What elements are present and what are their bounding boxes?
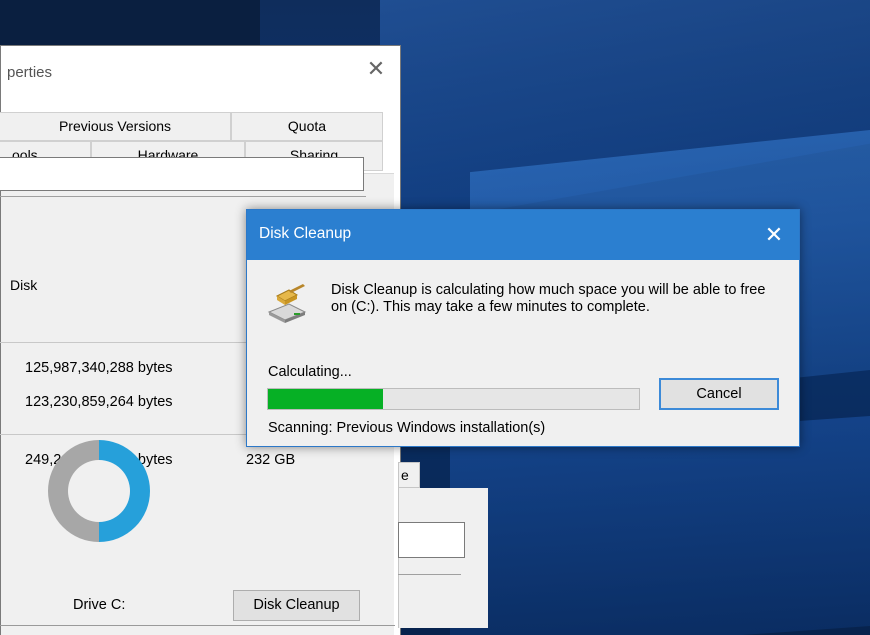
divider: [0, 196, 366, 197]
used-space-bytes: 125,987,340,288 bytes: [25, 360, 173, 376]
input-fragment[interactable]: [398, 522, 465, 558]
tab-quota[interactable]: Quota: [231, 112, 383, 141]
close-icon[interactable]: ✕: [361, 54, 391, 84]
disk-usage-donut-chart: [48, 440, 150, 542]
dialog-titlebar[interactable]: Disk Cleanup ✕: [247, 210, 799, 260]
properties-window-title: perties: [7, 64, 53, 81]
drive-name-input[interactable]: [0, 157, 364, 191]
cancel-button[interactable]: Cancel: [659, 378, 779, 410]
divider: [398, 574, 461, 575]
dialog-title: Disk Cleanup: [259, 225, 352, 242]
properties-panel-fragment: [398, 488, 488, 628]
disk-cleanup-broom-icon: [267, 282, 307, 324]
progress-bar: [267, 388, 640, 410]
divider: [0, 625, 395, 626]
free-space-bytes: 123,230,859,264 bytes: [25, 394, 173, 410]
disk-cleanup-dialog: Disk Cleanup ✕ Disk Cleanup is calculati…: [246, 209, 800, 447]
scanning-status: Scanning: Previous Windows installation(…: [268, 420, 546, 436]
tab-previous-versions[interactable]: Previous Versions: [0, 112, 231, 141]
wallpaper-beam: [450, 414, 870, 635]
dialog-message: Disk Cleanup is calculating how much spa…: [331, 282, 766, 315]
disk-cleanup-button[interactable]: Disk Cleanup: [233, 590, 360, 621]
tab-partial[interactable]: e: [398, 462, 420, 488]
capacity-gb: 232 GB: [246, 452, 296, 468]
status-text: Calculating...: [268, 364, 352, 380]
drive-type-label: Disk: [10, 277, 38, 293]
close-icon[interactable]: ✕: [757, 218, 791, 252]
drive-label: Drive C:: [73, 597, 126, 613]
divider: [0, 434, 275, 435]
progress-bar-fill: [268, 389, 383, 409]
